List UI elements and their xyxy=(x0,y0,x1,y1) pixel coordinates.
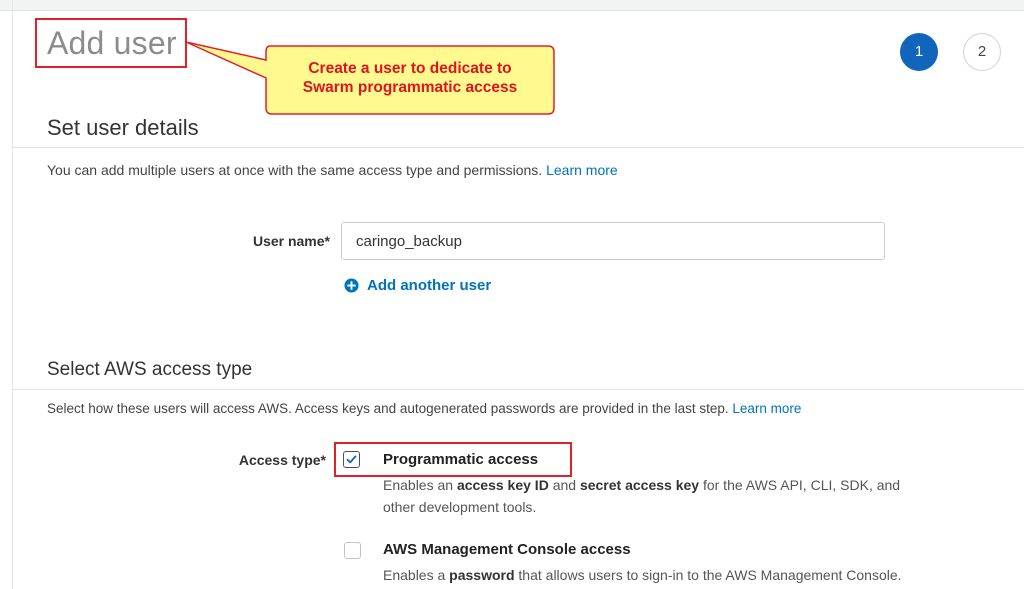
access-description: Select how these users will access AWS. … xyxy=(47,401,801,416)
title-highlight-box xyxy=(35,18,187,68)
desc-text: other development tools. xyxy=(383,499,537,515)
callout-line-1: Create a user to dedicate to xyxy=(308,60,512,77)
learn-more-link[interactable]: Learn more xyxy=(732,401,801,416)
desc-bold: access key ID xyxy=(456,477,549,493)
desc-text: that allows users to sign-in to the AWS … xyxy=(514,567,902,583)
callout-line-2: Swarm programmatic access xyxy=(302,79,518,96)
programmatic-access-description: Enables an access key ID and secret acce… xyxy=(383,474,1023,518)
programmatic-access-checkbox[interactable] xyxy=(343,451,360,468)
top-bar xyxy=(0,0,1024,11)
console-access-description: Enables a password that allows users to … xyxy=(383,564,1023,586)
desc-text: Enables a xyxy=(383,567,450,583)
desc-text: Enables an xyxy=(383,477,457,493)
desc-bold: secret access key xyxy=(579,477,700,493)
console-access-label[interactable]: AWS Management Console access xyxy=(383,541,631,558)
add-another-user-label: Add another user xyxy=(367,277,492,294)
set-user-details-heading: Set user details xyxy=(47,115,199,140)
left-border xyxy=(12,0,13,589)
user-details-description-text: You can add multiple users at once with … xyxy=(47,162,543,178)
section-divider xyxy=(13,147,1024,148)
callout-annotation: Create a user to dedicate to Swarm progr… xyxy=(266,45,554,113)
add-another-user-link[interactable]: Add another user xyxy=(344,277,491,294)
plus-circle-icon xyxy=(344,278,359,293)
access-type-heading: Select AWS access type xyxy=(47,359,253,380)
desc-text: for the AWS API, CLI, SDK, and xyxy=(699,477,901,493)
console-access-checkbox[interactable] xyxy=(344,542,361,559)
learn-more-link[interactable]: Learn more xyxy=(546,162,618,178)
access-description-text: Select how these users will access AWS. … xyxy=(47,401,729,416)
step-2-indicator[interactable]: 2 xyxy=(963,33,1001,71)
desc-bold: password xyxy=(449,567,515,583)
checkmark-icon xyxy=(346,455,357,464)
section-divider xyxy=(13,389,1024,390)
step-1-indicator[interactable]: 1 xyxy=(900,33,938,71)
access-type-label: Access type* xyxy=(238,452,326,468)
add-user-page: Add user Create a user to dedicate to Sw… xyxy=(0,0,1024,589)
user-details-description: You can add multiple users at once with … xyxy=(47,162,618,178)
user-name-label: User name* xyxy=(252,233,330,249)
desc-text: and xyxy=(548,477,580,493)
programmatic-access-label[interactable]: Programmatic access xyxy=(383,451,538,468)
user-name-input[interactable] xyxy=(341,222,885,260)
